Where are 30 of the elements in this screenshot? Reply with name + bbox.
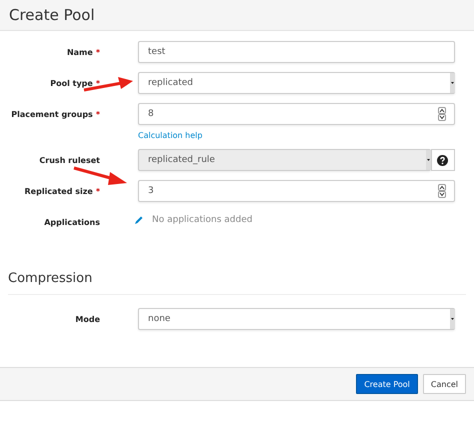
create-button[interactable]: Create Pool <box>356 374 418 394</box>
spinner-icon[interactable] <box>438 184 446 198</box>
select-field[interactable]: replicated <box>138 72 455 94</box>
caret-icon <box>450 73 455 93</box>
required-mark: * <box>96 187 100 196</box>
empty-message: No applications added <box>152 215 252 225</box>
field-label: Placement groups <box>11 110 93 119</box>
page-title: Create Pool <box>9 6 95 24</box>
field-label: Replicated size <box>24 187 93 196</box>
number-field[interactable]: 3 <box>138 180 455 202</box>
field-label: Crush ruleset <box>39 156 100 165</box>
required-mark: * <box>96 48 100 57</box>
field-label: Mode <box>75 315 100 324</box>
required-mark: * <box>96 79 100 88</box>
arrow-annotation <box>72 165 128 187</box>
help-link[interactable]: Calculation help <box>138 131 202 140</box>
required-mark: * <box>96 110 100 119</box>
text-field[interactable]: test <box>138 41 455 63</box>
field-label: Applications <box>44 218 100 227</box>
field-label: Pool type <box>50 79 93 88</box>
help-icon <box>437 154 448 166</box>
cancel-button[interactable]: Cancel <box>422 374 466 394</box>
section-heading: Compression <box>8 271 92 286</box>
pencil-icon[interactable] <box>134 215 144 225</box>
spinner-icon[interactable] <box>438 107 446 121</box>
select-field[interactable]: none <box>138 308 455 330</box>
caret-icon <box>450 309 455 329</box>
field-label: Name <box>66 48 93 57</box>
caret-icon <box>426 150 431 170</box>
number-field[interactable]: 8 <box>138 103 455 125</box>
